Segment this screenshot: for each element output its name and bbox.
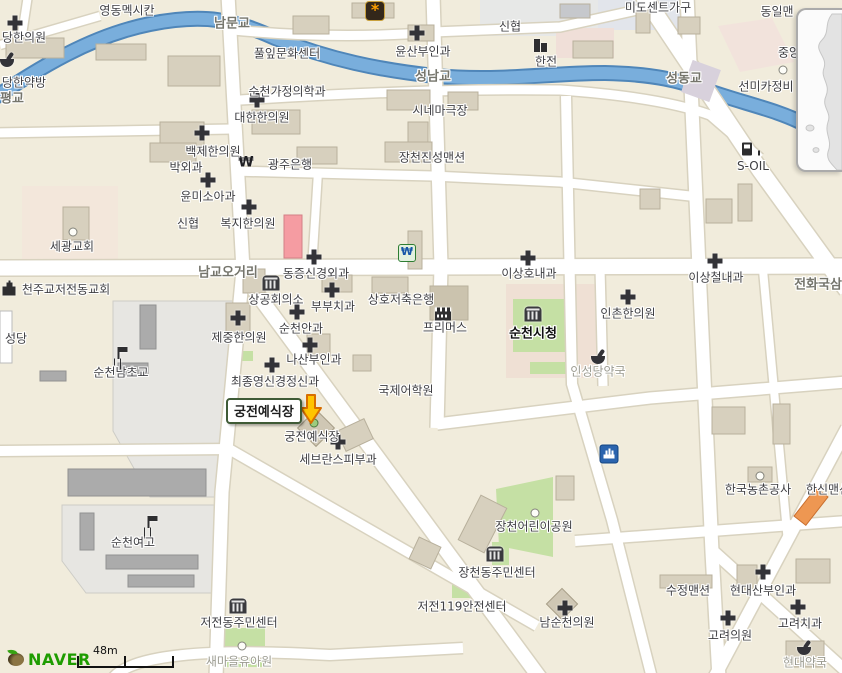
scale-bar-line — [77, 656, 174, 668]
korea-overview-shape — [798, 10, 842, 170]
map-canvas[interactable] — [0, 0, 842, 673]
naver-logo-icon — [8, 653, 24, 666]
map-scale-bar: 48m — [77, 646, 170, 668]
selected-place-marker-icon — [300, 394, 322, 429]
selected-place-label[interactable]: 궁전예식장 — [226, 398, 302, 424]
overview-inset-map[interactable] — [796, 8, 842, 172]
